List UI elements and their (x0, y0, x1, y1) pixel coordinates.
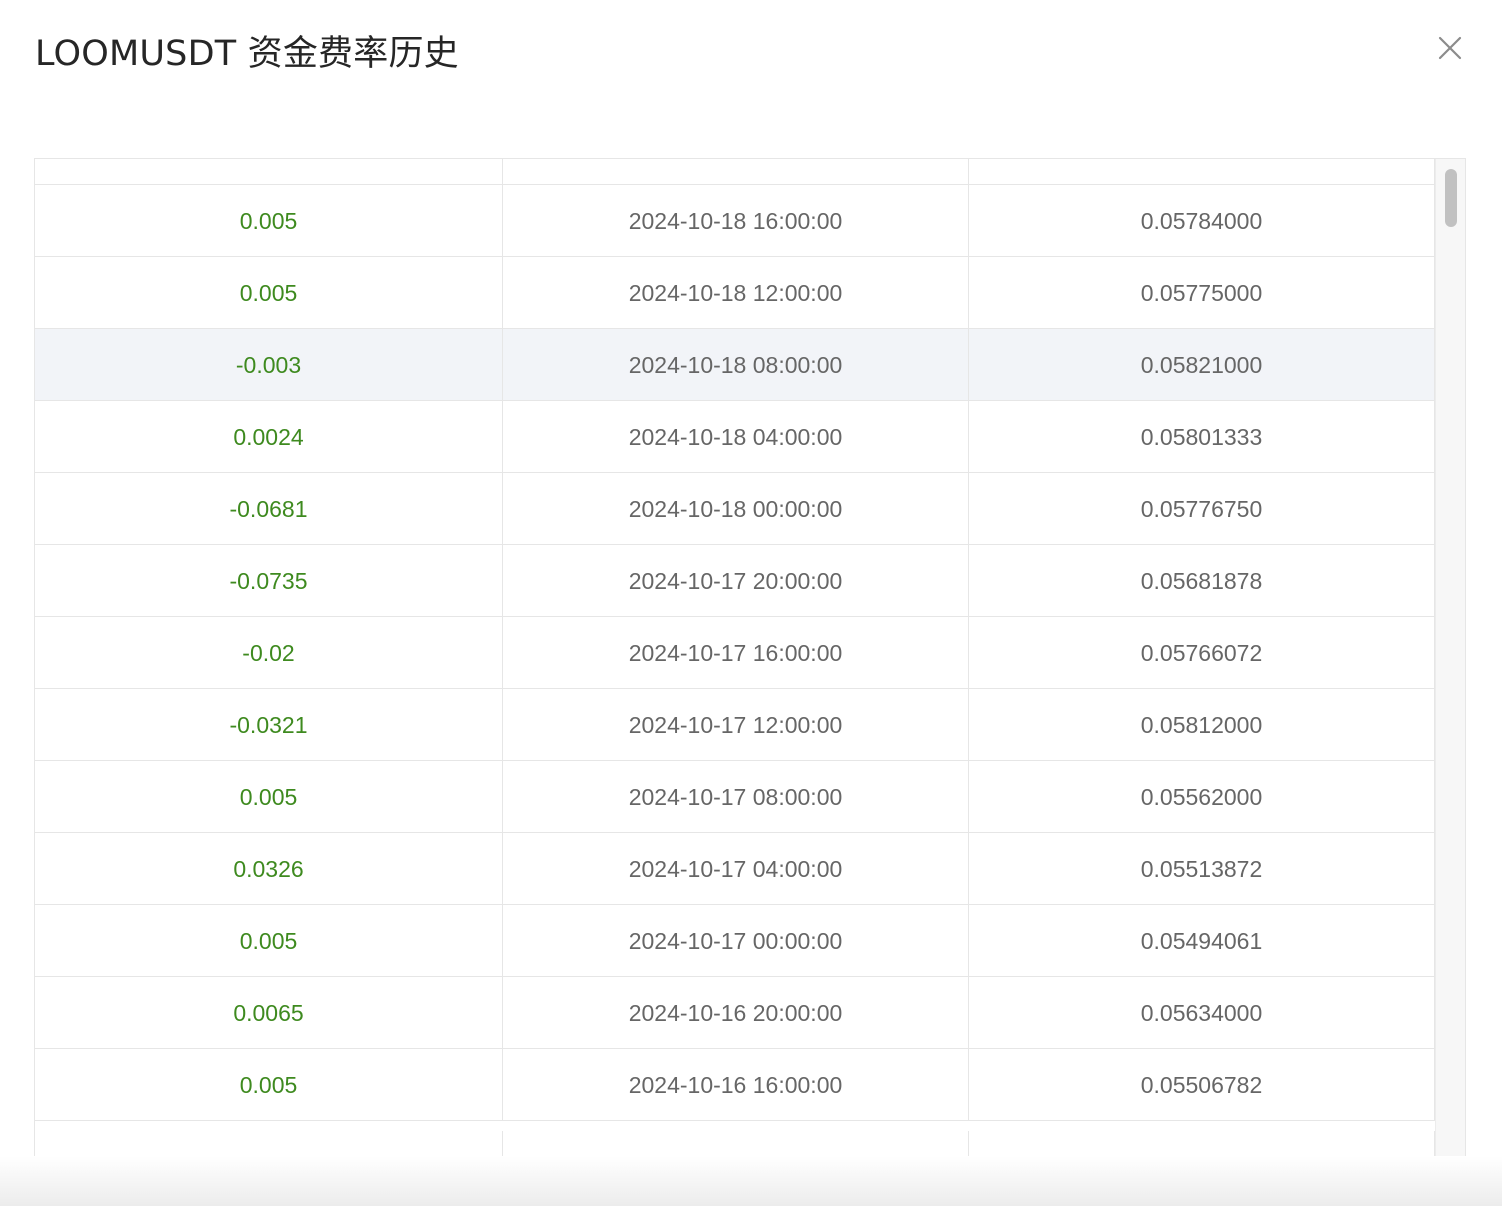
cell-price: 0.05506782 (969, 1049, 1435, 1120)
table-body[interactable]: 0.005 2024-10-18 16:00:00 0.05784000 0.005 2… (35, 159, 1435, 1158)
table-row[interactable]: 0.005 2024-10-17 08:00:00 0.05562000 (35, 761, 1435, 833)
cell-price: 0.05775000 (969, 257, 1435, 328)
table-row[interactable]: 0.005 2024-10-18 12:00:00 0.05775000 (35, 257, 1435, 329)
header-cell-price (969, 159, 1435, 185)
bottom-edge (0, 1156, 1502, 1206)
cell-time: 2024-10-16 20:00:00 (503, 977, 969, 1048)
close-icon[interactable] (1434, 32, 1466, 64)
cell-time: 2024-10-17 20:00:00 (503, 545, 969, 616)
cell-funding-rate: 0.005 (35, 905, 503, 976)
cell-time: 2024-10-17 04:00:00 (503, 833, 969, 904)
cell-funding-rate: 0.0065 (35, 977, 503, 1048)
cell-time: 2024-10-17 00:00:00 (503, 905, 969, 976)
table-scrollbar[interactable] (1435, 159, 1465, 1158)
funding-rate-history-modal: LOOMUSDT 资金费率历史 0.005 2024-10-18 16:00:00… (0, 0, 1502, 1206)
table-row[interactable]: -0.0735 2024-10-17 20:00:00 0.05681878 (35, 545, 1435, 617)
table-row[interactable]: 0.0326 2024-10-17 04:00:00 0.05513872 (35, 833, 1435, 905)
cell-funding-rate: -0.003 (35, 329, 503, 400)
cell-time: 2024-10-18 08:00:00 (503, 329, 969, 400)
cell-time: 2024-10-17 12:00:00 (503, 689, 969, 760)
cell-time: 2024-10-16 16:00:00 (503, 1049, 969, 1120)
table-row[interactable]: 0.005 2024-10-16 16:00:00 0.05506782 (35, 1049, 1435, 1121)
table-row[interactable]: -0.003 2024-10-18 08:00:00 0.05821000 (35, 329, 1435, 401)
table-row[interactable]: 0.005 2024-10-18 16:00:00 0.05784000 (35, 185, 1435, 257)
cell-funding-rate: 0.0024 (35, 401, 503, 472)
cell-price: 0.05821000 (969, 329, 1435, 400)
cell-price: 0.05562000 (969, 761, 1435, 832)
cell-time: 2024-10-16 12:00:00 (503, 1131, 969, 1158)
cell-funding-rate: 0.0068 (35, 1131, 503, 1158)
cell-funding-rate: 0.005 (35, 185, 503, 256)
funding-rate-table[interactable]: 0.005 2024-10-18 16:00:00 0.05784000 0.005 2… (34, 158, 1466, 1158)
header-cell-rate (35, 159, 503, 185)
scrollbar-thumb[interactable] (1445, 169, 1457, 227)
cell-time: 2024-10-18 16:00:00 (503, 185, 969, 256)
cell-price: 0.05513872 (969, 833, 1435, 904)
cell-funding-rate: -0.0735 (35, 545, 503, 616)
cell-funding-rate: -0.0321 (35, 689, 503, 760)
cell-time: 2024-10-17 08:00:00 (503, 761, 969, 832)
cell-funding-rate: 0.005 (35, 1049, 503, 1120)
cell-funding-rate: -0.02 (35, 617, 503, 688)
cell-price: 0.05784000 (969, 185, 1435, 256)
table-row[interactable]: 0.00682024-10-16 12:00:000.05453000 (35, 1131, 1435, 1158)
cell-price: 0.05453000 (969, 1131, 1435, 1158)
table-row[interactable]: -0.0321 2024-10-17 12:00:00 0.05812000 (35, 689, 1435, 761)
cell-time: 2024-10-18 00:00:00 (503, 473, 969, 544)
table-row[interactable]: 0.0024 2024-10-18 04:00:00 0.05801333 (35, 401, 1435, 473)
modal-title: LOOMUSDT 资金费率历史 (35, 34, 459, 74)
cell-time: 2024-10-18 12:00:00 (503, 257, 969, 328)
table-row[interactable]: -0.02 2024-10-17 16:00:00 0.05766072 (35, 617, 1435, 689)
cell-funding-rate: 0.005 (35, 257, 503, 328)
cell-price: 0.05812000 (969, 689, 1435, 760)
cell-time: 2024-10-18 04:00:00 (503, 401, 969, 472)
table-row[interactable]: -0.0681 2024-10-18 00:00:00 0.05776750 (35, 473, 1435, 545)
table-row[interactable]: 0.005 2024-10-17 00:00:00 0.05494061 (35, 905, 1435, 977)
cell-price: 0.05776750 (969, 473, 1435, 544)
cell-price: 0.05634000 (969, 977, 1435, 1048)
cell-price: 0.05681878 (969, 545, 1435, 616)
cell-funding-rate: -0.0681 (35, 473, 503, 544)
cell-funding-rate: 0.005 (35, 761, 503, 832)
cell-funding-rate: 0.0326 (35, 833, 503, 904)
cell-price: 0.05494061 (969, 905, 1435, 976)
header-cell-time (503, 159, 969, 185)
table-header (35, 159, 1435, 185)
table-row[interactable]: 0.0065 2024-10-16 20:00:00 0.05634000 (35, 977, 1435, 1049)
cell-price: 0.05766072 (969, 617, 1435, 688)
cell-time: 2024-10-17 16:00:00 (503, 617, 969, 688)
cell-price: 0.05801333 (969, 401, 1435, 472)
